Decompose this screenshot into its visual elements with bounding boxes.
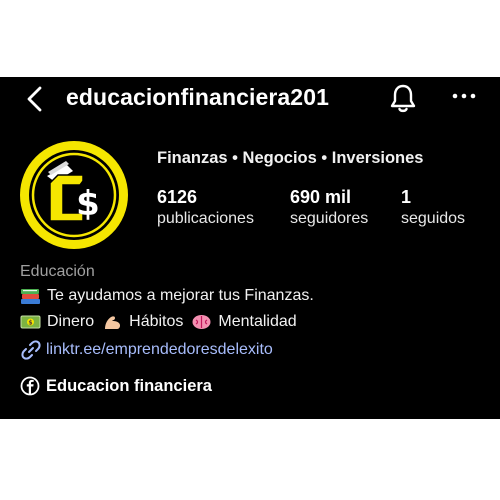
bio-link-text[interactable]: linktr.ee/emprendedoresdelexito — [46, 341, 273, 359]
stat-following-label: seguidos — [401, 210, 466, 227]
stat-following[interactable]: 1 seguidos — [401, 186, 465, 230]
facebook-icon — [20, 376, 40, 396]
facebook-page-link[interactable]: Educacion financiera — [20, 376, 212, 396]
notifications-button[interactable] — [388, 82, 418, 114]
stat-posts-label: publicaciones — [157, 210, 254, 227]
money-emoji-icon: $ — [20, 315, 41, 329]
books-emoji-icon — [21, 289, 40, 304]
svg-text:$: $ — [28, 320, 32, 327]
bio-line-2: $ Dinero Hábitos Mentalidad — [20, 313, 297, 331]
flexed-biceps-emoji-icon — [105, 316, 121, 329]
stat-followers-value: 690 mil — [290, 187, 352, 207]
profile-username[interactable]: educacionfinanciera201 — [66, 84, 329, 111]
bio-item-mindset-text: Mentalidad — [218, 313, 297, 330]
back-button[interactable] — [24, 85, 48, 113]
stat-posts[interactable]: 6126 publicaciones — [157, 186, 254, 230]
bell-icon — [390, 84, 416, 113]
bio-line-1-text: Te ayudamos a mejorar tus Finanzas. — [47, 287, 314, 304]
bio-line-1: Te ayudamos a mejorar tus Finanzas. — [20, 287, 314, 305]
svg-text:$: $ — [76, 184, 100, 224]
stat-followers[interactable]: 690 mil seguidores — [290, 186, 368, 230]
more-options-button[interactable] — [451, 84, 477, 108]
brain-emoji-icon — [192, 315, 211, 329]
profile-avatar[interactable]: $ — [20, 141, 128, 249]
stat-following-value: 1 — [401, 187, 412, 207]
logo-icon: $ — [21, 142, 127, 248]
chevron-left-icon — [27, 86, 42, 112]
bio-item-money-text: Dinero — [47, 313, 95, 330]
profile-tagline: Finanzas • Negocios • Inversiones — [157, 149, 424, 167]
stat-followers-label: seguidores — [290, 210, 369, 227]
profile-screen: educacionfinanciera201 $ Finanzas • Nego… — [0, 77, 500, 419]
profile-header: educacionfinanciera201 — [0, 77, 500, 121]
stat-posts-value: 6126 — [157, 187, 198, 207]
facebook-page-name[interactable]: Educacion financiera — [46, 377, 212, 396]
link-icon — [21, 340, 41, 360]
profile-category: Educación — [20, 263, 95, 280]
more-horizontal-icon — [452, 93, 476, 99]
bio-item-habits-text: Hábitos — [129, 313, 184, 330]
bio-link[interactable]: linktr.ee/emprendedoresdelexito — [20, 339, 273, 361]
